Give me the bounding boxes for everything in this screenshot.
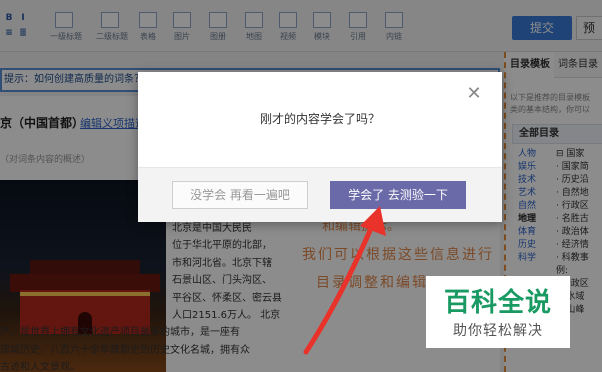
logo-title: 百科全说	[443, 288, 552, 318]
dialog-footer: 没学会 再看一遍吧 学会了 去测验一下	[138, 167, 502, 222]
dialog-question: 刚才的内容学会了吗？	[259, 112, 380, 126]
logo-subtitle: 助你轻松解决	[453, 323, 543, 339]
quiz-dialog: ✕ 刚才的内容学会了吗？ 没学会 再看一遍吧 学会了 去测验一下	[138, 72, 502, 222]
take-quiz-button[interactable]: 学会了 去测验一下	[330, 181, 466, 209]
baike-logo: 百科全说 助你轻松解决	[426, 276, 570, 348]
review-again-button[interactable]: 没学会 再看一遍吧	[172, 181, 308, 209]
close-icon[interactable]: ✕	[464, 84, 484, 104]
